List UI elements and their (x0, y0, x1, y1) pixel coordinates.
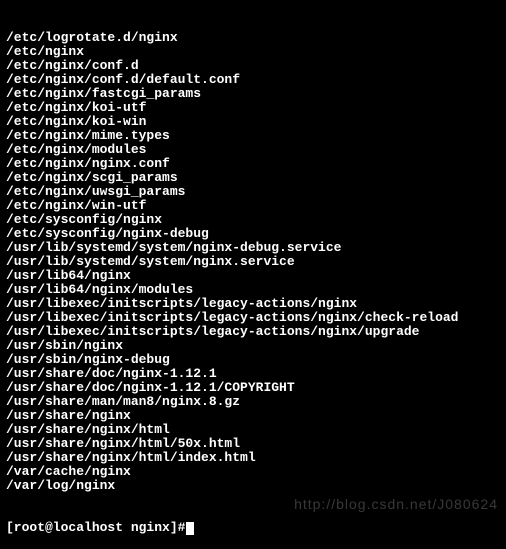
output-line: /usr/share/nginx/html (6, 423, 500, 437)
output-line: /usr/lib64/nginx (6, 269, 500, 283)
output-line: /etc/nginx/uwsgi_params (6, 185, 500, 199)
prompt-line[interactable]: [root@localhost nginx]# (6, 521, 500, 535)
output-line: /etc/nginx/conf.d (6, 59, 500, 73)
output-lines: /etc/logrotate.d/nginx/etc/nginx/etc/ngi… (6, 31, 500, 493)
output-line: /etc/nginx/conf.d/default.conf (6, 73, 500, 87)
output-line: /usr/sbin/nginx-debug (6, 353, 500, 367)
output-line: /etc/logrotate.d/nginx (6, 31, 500, 45)
output-line: /usr/libexec/initscripts/legacy-actions/… (6, 325, 500, 339)
output-line: /usr/libexec/initscripts/legacy-actions/… (6, 311, 500, 325)
output-line: /etc/sysconfig/nginx-debug (6, 227, 500, 241)
output-line: /etc/nginx/scgi_params (6, 171, 500, 185)
shell-prompt: [root@localhost nginx]# (6, 521, 185, 535)
output-line: /usr/lib/systemd/system/nginx.service (6, 255, 500, 269)
output-line: /var/cache/nginx (6, 465, 500, 479)
output-line: /etc/nginx/modules (6, 143, 500, 157)
output-line: /etc/nginx/fastcgi_params (6, 87, 500, 101)
output-line: /usr/share/man/man8/nginx.8.gz (6, 395, 500, 409)
output-line: /usr/share/nginx/html/50x.html (6, 437, 500, 451)
output-line: /var/log/nginx (6, 479, 500, 493)
output-line: /usr/share/nginx/html/index.html (6, 451, 500, 465)
output-line: /usr/share/doc/nginx-1.12.1 (6, 367, 500, 381)
output-line: /etc/nginx/koi-win (6, 115, 500, 129)
output-line: /usr/share/nginx (6, 409, 500, 423)
output-line: /etc/nginx/nginx.conf (6, 157, 500, 171)
output-line: /etc/nginx/mime.types (6, 129, 500, 143)
output-line: /usr/sbin/nginx (6, 339, 500, 353)
output-line: /usr/lib64/nginx/modules (6, 283, 500, 297)
output-line: /etc/nginx/win-utf (6, 199, 500, 213)
output-line: /usr/libexec/initscripts/legacy-actions/… (6, 297, 500, 311)
terminal-output[interactable]: /etc/logrotate.d/nginx/etc/nginx/etc/ngi… (6, 3, 500, 549)
output-line: /etc/sysconfig/nginx (6, 213, 500, 227)
output-line: /etc/nginx/koi-utf (6, 101, 500, 115)
output-line: /usr/lib/systemd/system/nginx-debug.serv… (6, 241, 500, 255)
cursor-block (186, 522, 194, 535)
output-line: /usr/share/doc/nginx-1.12.1/COPYRIGHT (6, 381, 500, 395)
output-line: /etc/nginx (6, 45, 500, 59)
